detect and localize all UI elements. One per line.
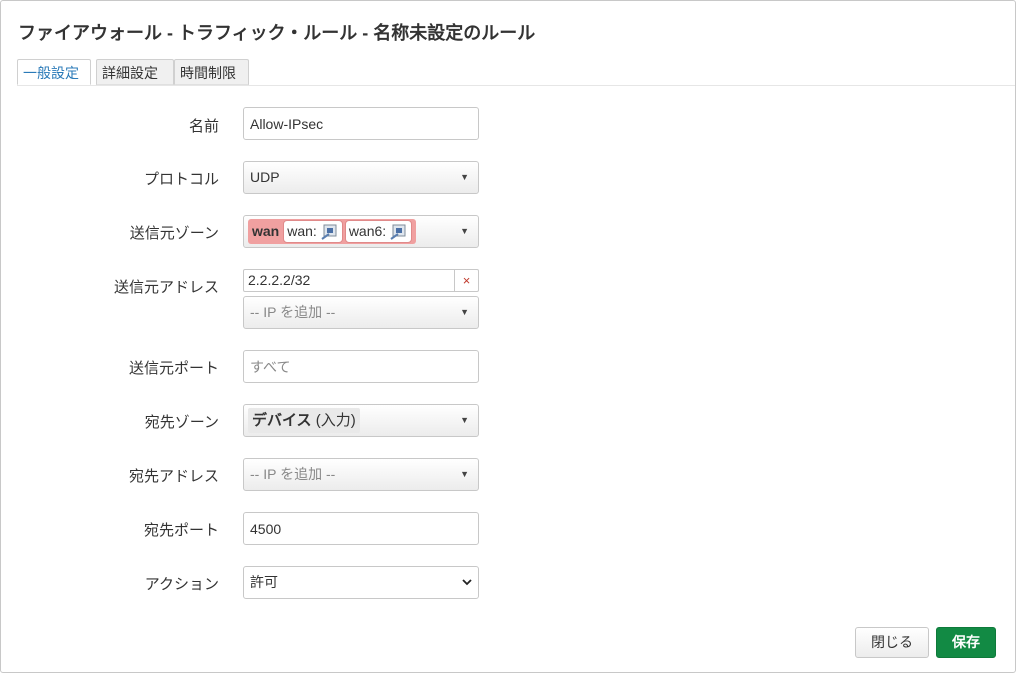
dialog-title: ファイアウォール - トラフィック・ルール - 名称未設定のルール bbox=[18, 23, 536, 43]
dest-zone-label: 宛先ゾーン bbox=[144, 414, 219, 431]
dest-zone-suffix: (入力) bbox=[311, 412, 356, 429]
source-address-entry: 2.2.2.2/32 × bbox=[243, 269, 479, 292]
zone-badge-wan: wan wan: wan6: bbox=[248, 219, 417, 244]
dest-address-label: 宛先アドレス bbox=[128, 468, 219, 485]
dest-port-label: 宛先ポート bbox=[143, 522, 219, 539]
dest-port-input[interactable] bbox=[243, 512, 479, 545]
source-zone-select[interactable]: wan wan: wan6: ▼ bbox=[243, 215, 479, 248]
name-input[interactable] bbox=[243, 107, 479, 140]
source-address-value: 2.2.2.2/32 bbox=[248, 272, 311, 288]
protocol-label: プロトコル bbox=[143, 171, 219, 188]
dropdown-caret-icon: ▼ bbox=[460, 226, 469, 236]
source-port-input[interactable] bbox=[243, 350, 479, 383]
protocol-value: UDP bbox=[250, 169, 280, 185]
save-button[interactable]: 保存 bbox=[936, 627, 996, 658]
tab-advanced[interactable]: 詳細設定 bbox=[96, 59, 174, 85]
dropdown-caret-icon: ▼ bbox=[460, 172, 469, 182]
source-address-label: 送信元アドレス bbox=[113, 279, 219, 296]
ethernet-port-icon bbox=[390, 224, 406, 240]
name-label: 名前 bbox=[188, 118, 219, 135]
network-chip-wan6: wan6: bbox=[344, 220, 413, 243]
protocol-select[interactable]: UDP ▼ bbox=[243, 161, 479, 194]
network-name: wan: bbox=[287, 223, 317, 239]
dropdown-caret-icon: ▼ bbox=[460, 307, 469, 317]
dropdown-caret-icon: ▼ bbox=[460, 469, 469, 479]
ethernet-port-icon bbox=[321, 224, 337, 240]
dropdown-caret-icon: ▼ bbox=[460, 415, 469, 425]
dest-address-add-select[interactable]: -- IP を追加 -- ▼ bbox=[243, 458, 479, 491]
firewall-rule-dialog: ファイアウォール - トラフィック・ルール - 名称未設定のルール 一般設定 詳… bbox=[0, 0, 1016, 673]
add-ip-placeholder: -- IP を追加 -- bbox=[250, 304, 336, 320]
tab-divider bbox=[17, 85, 1015, 86]
close-button[interactable]: 閉じる bbox=[855, 627, 929, 658]
tab-general[interactable]: 一般設定 bbox=[17, 59, 91, 85]
dest-zone-select[interactable]: デバイス (入力) ▼ bbox=[243, 404, 479, 437]
action-value: 許可 bbox=[250, 574, 278, 590]
add-ip-placeholder: -- IP を追加 -- bbox=[250, 466, 336, 482]
zone-name: wan bbox=[252, 223, 280, 239]
action-select[interactable]: 許可 bbox=[243, 566, 479, 599]
tab-time-restrictions[interactable]: 時間制限 bbox=[174, 59, 249, 85]
network-name: wan6: bbox=[348, 223, 387, 239]
action-label: アクション bbox=[144, 576, 219, 593]
dest-zone-value: デバイス (入力) bbox=[248, 408, 360, 433]
dest-zone-name: デバイス bbox=[252, 412, 312, 429]
remove-entry-button[interactable]: × bbox=[454, 270, 478, 291]
source-port-label: 送信元ポート bbox=[128, 360, 219, 377]
chevron-down-icon bbox=[462, 579, 472, 586]
source-address-add-select[interactable]: -- IP を追加 -- ▼ bbox=[243, 296, 479, 329]
source-zone-label: 送信元ゾーン bbox=[129, 225, 219, 242]
network-chip-wan: wan: bbox=[283, 220, 343, 243]
